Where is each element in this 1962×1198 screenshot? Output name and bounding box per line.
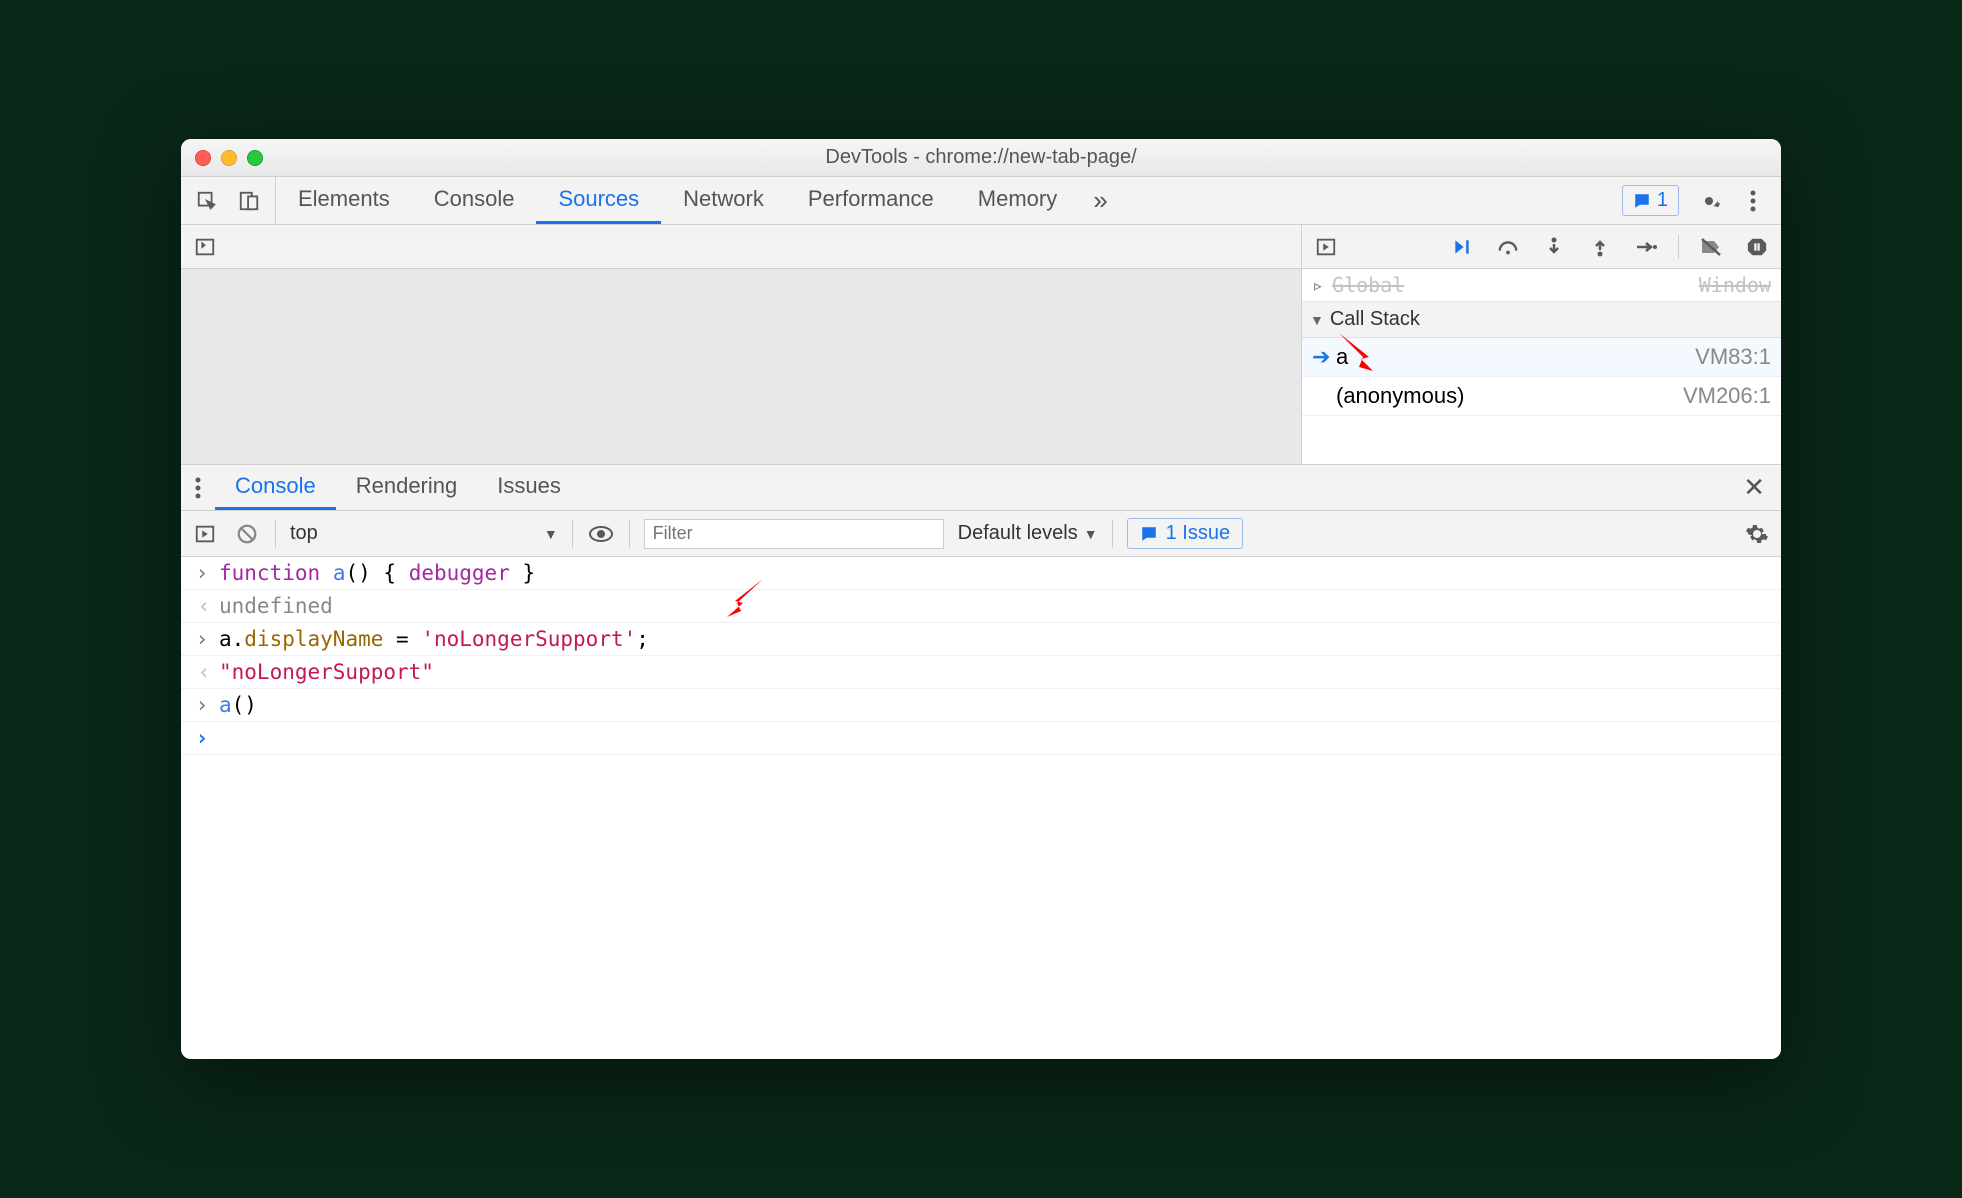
resume-icon[interactable]	[1448, 233, 1476, 261]
call-stack-frame[interactable]: (anonymous) VM206:1	[1302, 377, 1781, 416]
more-tabs-button[interactable]: »	[1079, 177, 1121, 224]
sources-panel: ▹ Global Window ▼ Call Stack ➔aVM83:1(an…	[181, 225, 1781, 465]
tab-elements[interactable]: Elements	[276, 177, 412, 224]
chat-icon	[1140, 525, 1158, 543]
window-minimize-button[interactable]	[221, 150, 237, 166]
pause-exceptions-icon[interactable]	[1743, 233, 1771, 261]
drawer-tab-console[interactable]: Console	[215, 465, 336, 510]
console-line-content: function a() { debugger }	[213, 561, 535, 585]
console-line-content: a.displayName = 'noLongerSupport';	[213, 627, 649, 651]
tab-sources[interactable]: Sources	[536, 177, 661, 224]
input-chevron-icon: ›	[191, 627, 213, 651]
output-chevron-icon: ‹	[191, 660, 213, 684]
step-over-icon[interactable]	[1494, 233, 1522, 261]
log-levels-selector[interactable]: Default levels ▼	[958, 522, 1098, 545]
annotation-arrow-callstack	[1333, 327, 1381, 380]
console-messages[interactable]: ›function a() { debugger }‹undefined›a.d…	[181, 557, 1781, 1059]
window-title: DevTools - chrome://new-tab-page/	[181, 146, 1781, 169]
console-line: ›a()	[181, 689, 1781, 722]
frame-location: VM83:1	[1695, 344, 1771, 370]
output-chevron-icon: ‹	[191, 594, 213, 618]
kebab-menu-icon[interactable]	[1739, 187, 1767, 215]
console-line: ‹undefined	[181, 590, 1781, 623]
console-line: ‹"noLongerSupport"	[181, 656, 1781, 689]
clear-console-icon[interactable]	[233, 520, 261, 548]
main-tabs-row: ElementsConsoleSourcesNetworkPerformance…	[181, 177, 1781, 225]
console-line: ›a.displayName = 'noLongerSupport';	[181, 623, 1781, 656]
deactivate-breakpoints-icon[interactable]	[1697, 233, 1725, 261]
console-settings-gear-icon[interactable]	[1743, 520, 1771, 548]
drawer-tab-rendering[interactable]: Rendering	[336, 465, 478, 510]
issues-pill[interactable]: 1 Issue	[1127, 518, 1243, 549]
console-line-content: "noLongerSupport"	[213, 660, 434, 684]
console-filter-input[interactable]	[644, 519, 944, 549]
sources-editor-empty	[181, 269, 1301, 464]
step-out-icon[interactable]	[1586, 233, 1614, 261]
traffic-lights	[181, 150, 263, 166]
issues-pill-text: 1 Issue	[1166, 522, 1230, 545]
console-line: ›function a() { debugger }	[181, 557, 1781, 590]
device-toolbar-icon[interactable]	[235, 187, 263, 215]
show-debugger-icon[interactable]	[1312, 233, 1340, 261]
devtools-window: DevTools - chrome://new-tab-page/ Elemen…	[181, 139, 1781, 1059]
console-line: ›	[181, 722, 1781, 755]
console-line-content: a()	[213, 693, 257, 717]
frame-location: VM206:1	[1683, 383, 1771, 409]
input-chevron-icon: ›	[191, 561, 213, 585]
drawer-kebab-icon[interactable]	[181, 465, 215, 510]
prompt-chevron-icon: ›	[191, 726, 213, 750]
window-close-button[interactable]	[195, 150, 211, 166]
log-levels-label: Default levels	[958, 522, 1078, 545]
console-sidebar-toggle-icon[interactable]	[191, 520, 219, 548]
console-line-content: undefined	[213, 594, 333, 618]
inspect-element-icon[interactable]	[193, 187, 221, 215]
scope-global-label: Global	[1332, 273, 1404, 297]
annotation-arrow-displayname	[721, 573, 769, 626]
tab-performance[interactable]: Performance	[786, 177, 956, 224]
titlebar: DevTools - chrome://new-tab-page/	[181, 139, 1781, 177]
scope-global-value: Window	[1699, 273, 1771, 297]
issues-badge[interactable]: 1	[1622, 185, 1679, 216]
live-expression-icon[interactable]	[587, 520, 615, 548]
drawer-tabs: ConsoleRenderingIssues ✕	[181, 465, 1781, 511]
tab-memory[interactable]: Memory	[956, 177, 1079, 224]
settings-gear-icon[interactable]	[1695, 187, 1723, 215]
console-context-selector[interactable]: top ▼	[290, 522, 558, 545]
console-context-label: top	[290, 522, 318, 545]
window-maximize-button[interactable]	[247, 150, 263, 166]
frame-name: (anonymous)	[1336, 383, 1464, 409]
sources-toolbar	[181, 225, 1301, 269]
tab-console[interactable]: Console	[412, 177, 537, 224]
drawer-close-button[interactable]: ✕	[1727, 465, 1781, 510]
step-into-icon[interactable]	[1540, 233, 1568, 261]
issues-count: 1	[1657, 189, 1668, 212]
tab-network[interactable]: Network	[661, 177, 786, 224]
drawer-tab-issues[interactable]: Issues	[477, 465, 581, 510]
step-icon[interactable]	[1632, 233, 1660, 261]
scope-global-row[interactable]: ▹ Global Window	[1302, 269, 1781, 302]
show-navigator-icon[interactable]	[191, 233, 219, 261]
chat-icon	[1633, 192, 1651, 210]
input-chevron-icon: ›	[191, 693, 213, 717]
current-frame-pointer-icon: ➔	[1312, 344, 1330, 370]
debugger-toolbar	[1302, 225, 1781, 269]
console-toolbar: top ▼ Default levels ▼ 1 Issue	[181, 511, 1781, 557]
